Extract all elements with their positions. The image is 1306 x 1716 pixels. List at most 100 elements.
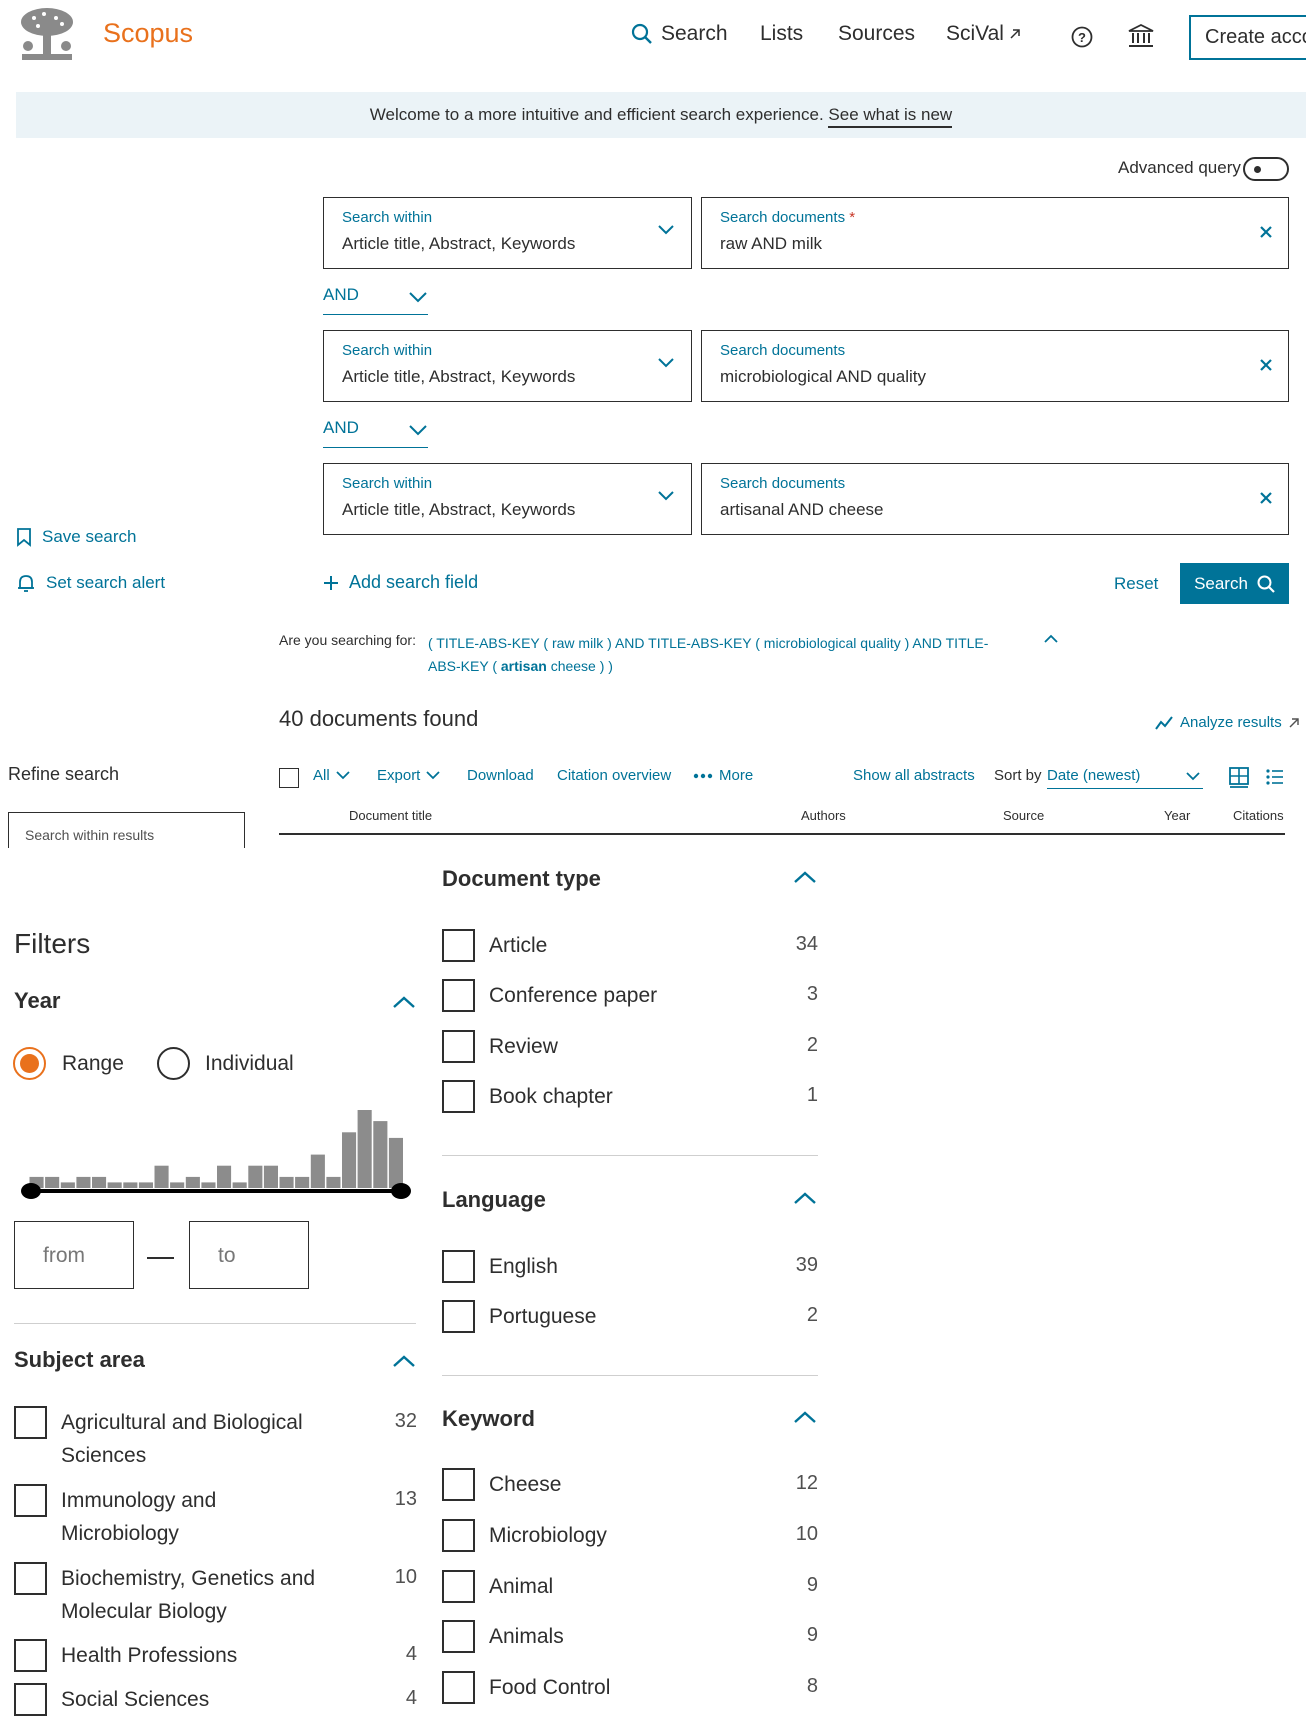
language-checkbox[interactable]	[442, 1300, 475, 1333]
column-year[interactable]: Year	[1164, 808, 1190, 823]
column-citations[interactable]: Citations	[1233, 808, 1284, 823]
more-menu[interactable]: More	[693, 767, 753, 784]
scopus-logo[interactable]: Scopus	[103, 18, 193, 49]
year-individual-label: Individual	[205, 1052, 294, 1075]
chevron-up-icon[interactable]	[392, 995, 416, 1009]
search-documents-input-1[interactable]: Search documents * raw AND milk	[701, 197, 1289, 269]
institution-icon[interactable]	[1128, 23, 1154, 49]
grid-view-icon[interactable]	[1228, 766, 1250, 788]
search-within-select-2[interactable]: Search within Article title, Abstract, K…	[323, 330, 692, 402]
close-icon[interactable]	[1258, 224, 1274, 240]
download-link[interactable]: Download	[467, 767, 534, 784]
search-button[interactable]: Search	[1180, 563, 1289, 604]
chevron-up-icon[interactable]	[793, 1191, 817, 1205]
year-slider-handle-start	[21, 1183, 41, 1199]
advanced-query-toggle[interactable]	[1243, 157, 1289, 181]
histogram-bar	[92, 1176, 107, 1188]
analyze-results-link[interactable]: Analyze results	[1154, 714, 1300, 731]
histogram-bar	[295, 1176, 310, 1188]
nav-lists[interactable]: Lists	[760, 22, 803, 46]
add-search-field-button[interactable]: Add search field	[323, 572, 478, 593]
column-authors[interactable]: Authors	[801, 808, 846, 823]
search-documents-input-2[interactable]: Search documents microbiological AND qua…	[701, 330, 1289, 402]
chevron-up-icon[interactable]	[793, 1410, 817, 1424]
keyword-checkbox[interactable]	[442, 1468, 475, 1501]
document-type-count: 3	[806, 983, 818, 1005]
show-all-abstracts-link[interactable]: Show all abstracts	[853, 767, 975, 784]
subject-area-label: Biochemistry, Genetics and Molecular Bio…	[61, 1567, 316, 1623]
subject-area-checkbox[interactable]	[14, 1484, 47, 1517]
keyword-label: Cheese	[489, 1473, 562, 1496]
subject-area-checkbox[interactable]	[14, 1562, 47, 1595]
search-within-results-input[interactable]: Search within results	[8, 812, 245, 848]
citation-overview-link[interactable]: Citation overview	[557, 767, 671, 784]
keyword-label: Microbiology	[489, 1524, 607, 1547]
save-search-link[interactable]: Save search	[16, 527, 137, 547]
create-account-button[interactable]: Create acco	[1189, 15, 1306, 60]
document-type-checkbox[interactable]	[442, 1080, 475, 1113]
sort-select[interactable]: Date (newest)	[1047, 767, 1203, 789]
column-source[interactable]: Source	[1003, 808, 1044, 823]
year-histogram[interactable]	[20, 1100, 414, 1200]
document-type-checkbox[interactable]	[442, 1030, 475, 1063]
suggestion-label: Are you searching for:	[279, 632, 416, 648]
subject-area-checkbox[interactable]	[14, 1406, 47, 1439]
keyword-checkbox[interactable]	[442, 1570, 475, 1603]
chevron-up-icon[interactable]	[1043, 634, 1059, 644]
chevron-up-icon[interactable]	[392, 1354, 416, 1368]
select-all-checkbox[interactable]	[279, 768, 299, 788]
boolean-operator-select-1[interactable]: AND	[323, 285, 428, 315]
boolean-operator-select-2[interactable]: AND	[323, 418, 428, 448]
elsevier-logo[interactable]	[16, 6, 78, 64]
search-within-label: Search within	[342, 475, 433, 492]
see-whats-new-link[interactable]: See what is new	[828, 105, 953, 128]
close-icon[interactable]	[1258, 490, 1274, 506]
year-range-label: Range	[62, 1052, 124, 1075]
close-icon[interactable]	[1258, 357, 1274, 373]
suggestion-highlight: artisan	[500, 658, 547, 674]
document-type-checkbox[interactable]	[442, 979, 475, 1012]
subject-area-checkbox[interactable]	[14, 1683, 47, 1716]
chevron-up-icon[interactable]	[793, 870, 817, 884]
reset-button[interactable]: Reset	[1114, 574, 1158, 594]
list-view-icon[interactable]	[1265, 768, 1285, 786]
keyword-checkbox[interactable]	[442, 1519, 475, 1552]
export-dropdown[interactable]: Export	[377, 767, 440, 784]
histogram-bar	[185, 1176, 200, 1188]
language-label: English	[489, 1255, 558, 1278]
help-icon[interactable]: ?	[1071, 26, 1093, 48]
document-type-checkbox[interactable]	[442, 929, 475, 962]
column-document-title[interactable]: Document title	[349, 808, 432, 823]
year-range-radio[interactable]	[13, 1047, 46, 1080]
keyword-checkbox[interactable]	[442, 1671, 475, 1704]
bookmark-icon	[16, 527, 32, 547]
search-within-select-1[interactable]: Search within Article title, Abstract, K…	[323, 197, 692, 269]
select-all-dropdown[interactable]: All	[313, 767, 350, 784]
more-label: More	[719, 767, 754, 784]
search-icon	[1257, 575, 1275, 593]
year-individual-radio[interactable]	[157, 1047, 190, 1080]
language-checkbox[interactable]	[442, 1250, 475, 1283]
search-within-select-3[interactable]: Search within Article title, Abstract, K…	[323, 463, 692, 535]
query-suggestion-link[interactable]: ( TITLE-ABS-KEY ( raw milk ) AND TITLE-A…	[428, 632, 1018, 678]
nav-scival[interactable]: SciVal	[946, 22, 1022, 46]
nav-sources[interactable]: Sources	[838, 22, 915, 46]
search-documents-value: raw AND milk	[720, 234, 823, 253]
year-to-input[interactable]: to	[189, 1221, 309, 1289]
nav-search[interactable]: Search	[631, 22, 728, 46]
histogram-bar	[232, 1182, 247, 1188]
subject-area-checkbox[interactable]	[14, 1639, 47, 1672]
language-count: 2	[806, 1304, 818, 1326]
set-search-alert-link[interactable]: Set search alert	[16, 573, 165, 593]
year-from-input[interactable]: from	[14, 1221, 134, 1289]
set-search-alert-label: Set search alert	[46, 573, 166, 592]
search-documents-input-3[interactable]: Search documents artisanal AND cheese	[701, 463, 1289, 535]
keyword-count: 9	[806, 1574, 818, 1596]
keyword-checkbox[interactable]	[442, 1620, 475, 1653]
language-count: 39	[795, 1254, 818, 1276]
external-link-icon	[1008, 27, 1022, 41]
year-range-dash	[147, 1257, 174, 1259]
table-header-rule	[279, 833, 1285, 835]
document-type-label: Review	[489, 1035, 558, 1058]
advanced-query-label: Advanced query	[1118, 158, 1241, 177]
